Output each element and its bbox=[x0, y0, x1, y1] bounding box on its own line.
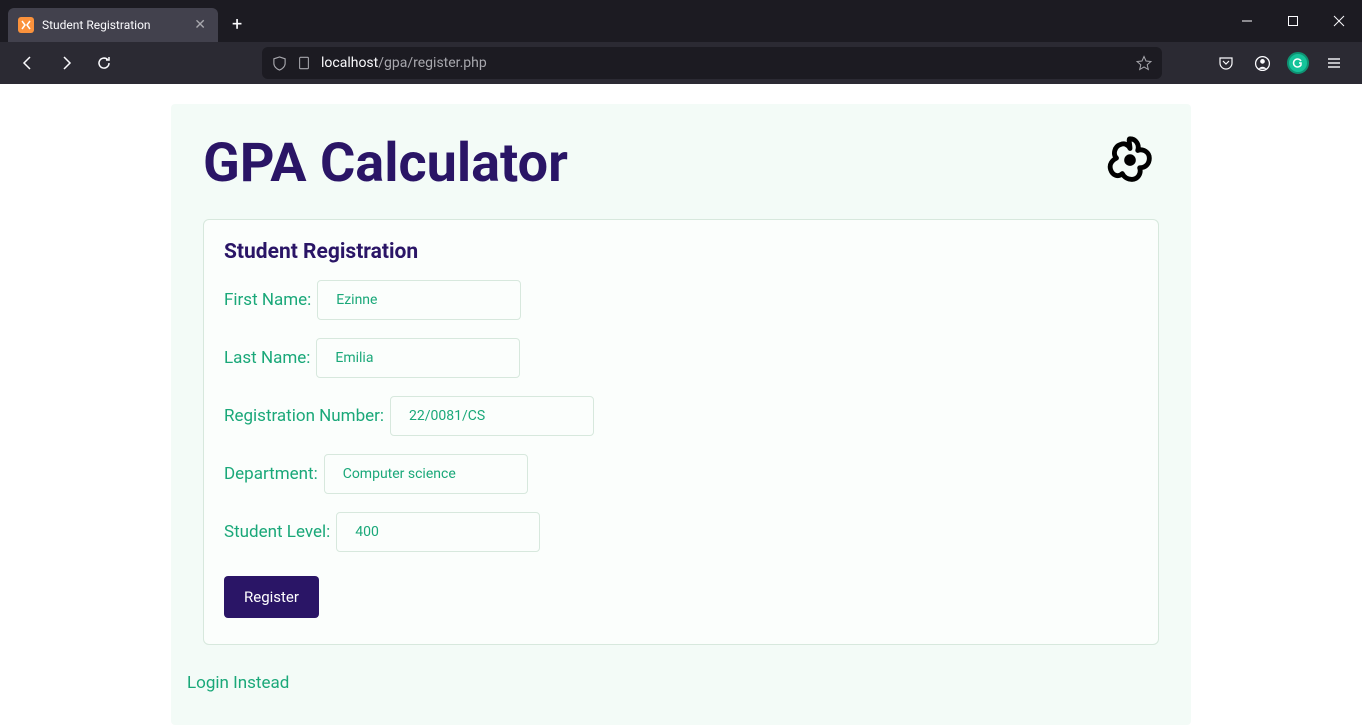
xampp-favicon bbox=[18, 17, 34, 33]
last-name-row: Last Name: bbox=[224, 338, 1138, 378]
level-label: Student Level: bbox=[224, 522, 330, 542]
new-tab-button[interactable]: + bbox=[218, 14, 256, 35]
first-name-label: First Name: bbox=[224, 290, 311, 310]
department-input[interactable] bbox=[324, 454, 528, 494]
toolbar-right bbox=[1210, 47, 1350, 79]
close-window-button[interactable] bbox=[1316, 0, 1362, 42]
bookmark-star-icon[interactable] bbox=[1136, 55, 1152, 71]
pocket-icon[interactable] bbox=[1210, 47, 1242, 79]
browser-chrome: Student Registration ✕ + bbox=[0, 0, 1362, 84]
level-input[interactable] bbox=[336, 512, 540, 552]
forward-button[interactable] bbox=[50, 47, 82, 79]
reg-number-input[interactable] bbox=[390, 396, 594, 436]
department-row: Department: bbox=[224, 454, 1138, 494]
page-title: GPA Calculator bbox=[203, 132, 568, 195]
flower-icon bbox=[1101, 133, 1159, 195]
level-row: Student Level: bbox=[224, 512, 1138, 552]
page-viewport[interactable]: GPA Calculator Student Registration Firs… bbox=[0, 84, 1362, 726]
first-name-input[interactable] bbox=[317, 280, 521, 320]
back-button[interactable] bbox=[12, 47, 44, 79]
tab-title: Student Registration bbox=[42, 18, 182, 32]
last-name-label: Last Name: bbox=[224, 348, 310, 368]
last-name-input[interactable] bbox=[316, 338, 520, 378]
maximize-button[interactable] bbox=[1270, 0, 1316, 42]
form-title: Student Registration bbox=[224, 240, 1138, 264]
shield-icon bbox=[272, 56, 287, 71]
login-instead-link[interactable]: Login Instead bbox=[187, 673, 289, 693]
window-controls bbox=[1224, 0, 1362, 42]
minimize-button[interactable] bbox=[1224, 0, 1270, 42]
url-host: localhost bbox=[321, 55, 378, 71]
department-label: Department: bbox=[224, 464, 318, 484]
registration-form-card: Student Registration First Name: Last Na… bbox=[203, 219, 1159, 645]
reg-number-label: Registration Number: bbox=[224, 406, 384, 426]
tab-bar: Student Registration ✕ + bbox=[0, 0, 1362, 42]
register-button[interactable]: Register bbox=[224, 576, 319, 618]
url-text: localhost/gpa/register.php bbox=[321, 55, 1126, 71]
first-name-row: First Name: bbox=[224, 280, 1138, 320]
page-container: GPA Calculator Student Registration Firs… bbox=[171, 104, 1191, 725]
menu-icon[interactable] bbox=[1318, 47, 1350, 79]
page-header: GPA Calculator bbox=[203, 132, 1159, 195]
reload-button[interactable] bbox=[88, 47, 120, 79]
reg-number-row: Registration Number: bbox=[224, 396, 1138, 436]
page-icon bbox=[297, 56, 311, 70]
browser-toolbar: localhost/gpa/register.php bbox=[0, 42, 1362, 84]
browser-tab[interactable]: Student Registration ✕ bbox=[8, 8, 218, 42]
close-tab-icon[interactable]: ✕ bbox=[190, 15, 210, 35]
url-path: /gpa/register.php bbox=[378, 55, 486, 71]
url-bar[interactable]: localhost/gpa/register.php bbox=[262, 47, 1162, 79]
account-icon[interactable] bbox=[1246, 47, 1278, 79]
grammarly-icon[interactable] bbox=[1282, 47, 1314, 79]
